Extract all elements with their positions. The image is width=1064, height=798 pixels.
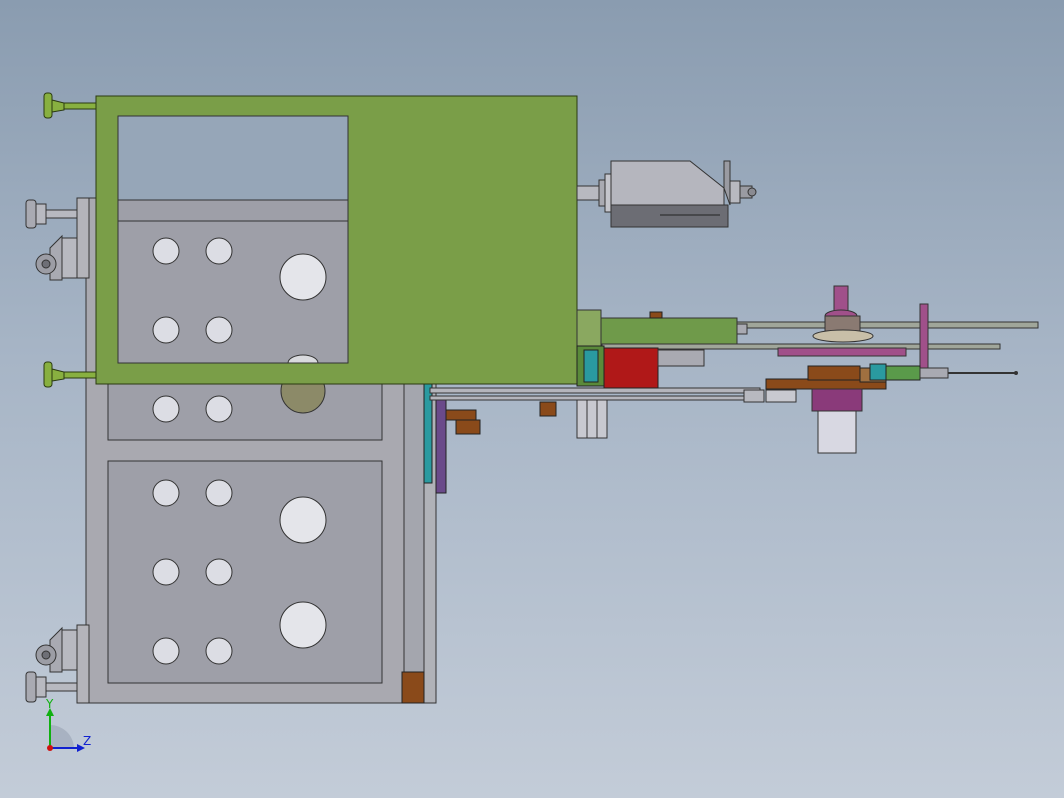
z-axis-label: Z — [83, 734, 91, 748]
caster-top — [35, 234, 78, 281]
lower-panel — [107, 460, 383, 684]
caster-bottom — [35, 626, 78, 673]
servo-motor — [576, 160, 757, 228]
y-axis-label: Y — [45, 697, 54, 711]
leveling-foot-top — [43, 92, 97, 119]
gray-foot-top — [25, 199, 78, 229]
coordinate-triad: Y Z — [45, 697, 91, 752]
green-cover — [95, 95, 578, 385]
cad-viewport[interactable]: Y Z — [0, 0, 1064, 798]
x-axis-dot — [47, 745, 53, 751]
side-column — [401, 379, 481, 704]
